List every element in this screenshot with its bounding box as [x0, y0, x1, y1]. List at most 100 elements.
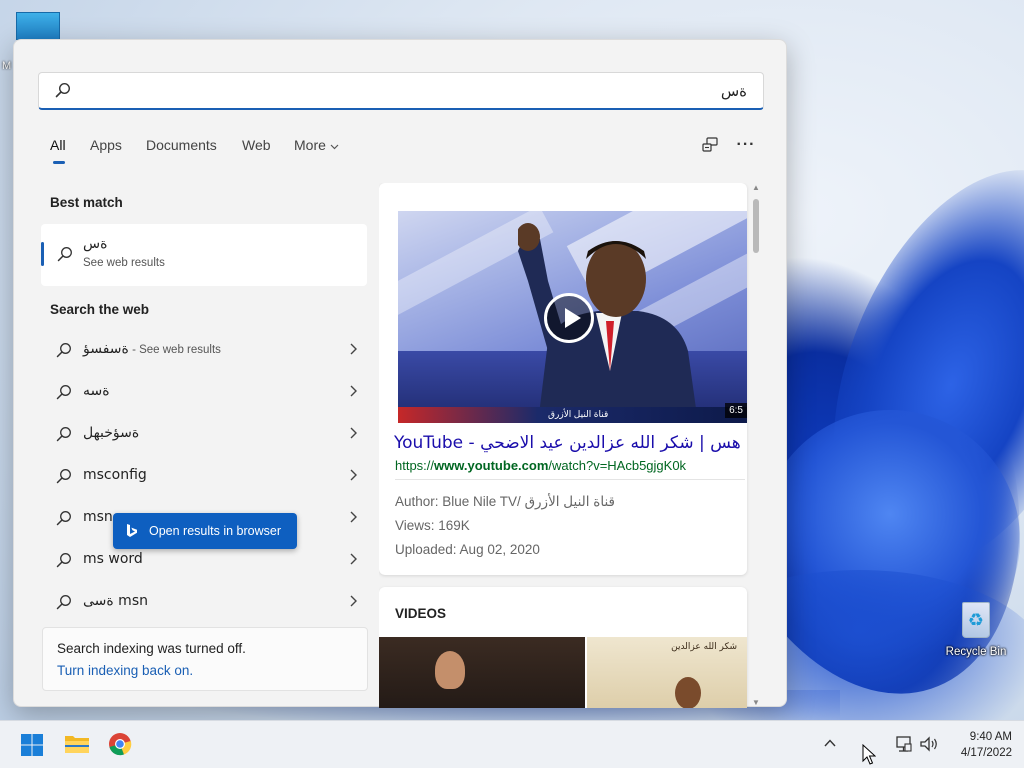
share-device-icon [702, 137, 718, 152]
search-icon [56, 553, 71, 568]
card-divider [395, 479, 745, 480]
video-thumbnail-2[interactable]: شكر الله عزالدين [587, 637, 747, 708]
web-suggestion-text: ةسؤخبهل [83, 425, 139, 441]
videos-card: VIDEOS شكر الله عزالدين [379, 587, 747, 708]
search-icon [57, 247, 72, 262]
tab-more-label: More [294, 137, 326, 153]
ticker-text: قناة النيل الأزرق [548, 409, 609, 419]
tab-active-indicator [53, 161, 65, 164]
preview-scrollbar[interactable]: ▲ ▼ [749, 183, 763, 708]
web-suggestion-query: ةسه [83, 383, 110, 399]
more-options-button[interactable]: ··· [734, 136, 758, 158]
chevron-right-icon[interactable] [346, 551, 360, 567]
video-2-caption: شكر الله عزالدين [671, 642, 737, 652]
volume-icon[interactable] [919, 735, 939, 753]
web-suggestion-text: ةسفسؤ - See web results [83, 341, 221, 357]
search-icon [56, 343, 71, 358]
desktop-icon-top-label: M [2, 60, 12, 72]
video-duration: 6:5 [725, 403, 747, 418]
web-suggestion-hint: - See web results [128, 344, 221, 356]
recycle-bin[interactable]: ♻ Recycle Bin [944, 596, 1008, 658]
search-icon [56, 595, 71, 610]
url-domain: www.youtube.com [434, 458, 549, 473]
search-icon [56, 469, 71, 484]
best-match-result[interactable]: ةس See web results [41, 224, 367, 286]
scroll-thumb[interactable] [753, 199, 759, 253]
selection-indicator [41, 242, 44, 266]
search-icon [56, 511, 71, 526]
search-input[interactable] [87, 78, 747, 104]
tab-all[interactable]: All [50, 137, 66, 164]
network-icon[interactable] [894, 735, 914, 753]
chevron-right-icon[interactable] [346, 467, 360, 483]
video-uploaded: Uploaded: Aug 02, 2020 [395, 542, 540, 557]
web-suggestion-item[interactable]: ةسى msn [50, 584, 360, 620]
video-author: Author: Blue Nile TV/ قناة النيل الأزرق [395, 494, 615, 509]
chevron-right-icon[interactable] [346, 383, 360, 399]
search-window: All Apps Documents Web More ··· Best mat… [13, 39, 787, 708]
desktop-icon-top[interactable] [16, 12, 60, 40]
clock-date: 4/17/2022 [960, 747, 1012, 759]
web-suggestion-item[interactable]: ةسه [50, 374, 360, 410]
web-suggestion-item[interactable]: ةسفسؤ - See web results [50, 332, 360, 368]
web-suggestion-item[interactable]: msconfig [50, 458, 360, 494]
chevron-right-icon[interactable] [346, 593, 360, 609]
web-suggestion-query: ms word [83, 551, 143, 567]
scroll-down-icon[interactable]: ▼ [751, 698, 761, 708]
chevron-right-icon[interactable] [346, 425, 360, 441]
tab-apps[interactable]: Apps [90, 137, 122, 153]
web-suggestion-query: ةسى msn [83, 593, 148, 609]
chevron-right-icon[interactable] [346, 509, 360, 525]
share-device-button[interactable] [698, 136, 722, 158]
url-prefix: https:// [395, 458, 435, 473]
tab-web-label: Web [242, 137, 271, 153]
video-title-link[interactable]: YouTube - هس | شكر الله عزالدين عيد الاض… [394, 433, 741, 453]
tab-all-label: All [50, 137, 66, 153]
web-suggestion-text: msn [83, 509, 113, 525]
clock-time: 9:40 AM [969, 731, 1012, 743]
tab-documents-label: Documents [146, 137, 217, 153]
indexing-notice: Search indexing was turned off. Turn ind… [42, 627, 368, 691]
chevron-right-icon[interactable] [346, 341, 360, 357]
tab-web[interactable]: Web [242, 137, 271, 153]
web-suggestion-text: ةسى msn [83, 593, 148, 609]
preview-pane: قناة النيل الأزرق 6:5 YouTube - هس | شكر… [379, 183, 764, 708]
tab-documents[interactable]: Documents [146, 137, 217, 153]
recycle-bin-label: Recycle Bin [945, 646, 1007, 658]
windows-start-icon[interactable] [20, 733, 44, 757]
play-icon[interactable] [544, 293, 594, 343]
chevron-up-icon[interactable] [823, 737, 837, 749]
chrome-icon[interactable] [108, 732, 132, 756]
web-suggestion-text: ةسه [83, 383, 110, 399]
indexing-message: Search indexing was turned off. [57, 641, 246, 656]
system-clock[interactable]: 9:40 AM 4/17/2022 [946, 729, 1012, 761]
video-result-card: قناة النيل الأزرق 6:5 YouTube - هس | شكر… [379, 183, 747, 575]
video-thumbnail-1[interactable] [379, 637, 585, 708]
video-thumbnail[interactable]: قناة النيل الأزرق 6:5 [398, 211, 747, 423]
url-path: /watch?v=HAcb5gjgK0k [548, 458, 687, 473]
open-results-in-browser-button[interactable]: Open results in browser [113, 513, 297, 549]
web-suggestion-text: msconfig [83, 467, 147, 483]
search-icon [55, 82, 71, 98]
bing-icon [127, 524, 137, 537]
videos-heading: VIDEOS [395, 606, 447, 621]
turn-indexing-on-link[interactable]: Turn indexing back on. [57, 663, 193, 678]
best-match-subtitle: See web results [83, 257, 165, 269]
open-results-label: Open results in browser [149, 524, 282, 538]
web-suggestion-item[interactable]: ةسؤخبهل [50, 416, 360, 452]
web-suggestion-text: ms word [83, 551, 143, 567]
web-suggestion-query: ةسؤخبهل [83, 425, 140, 441]
best-match-query: ةس [83, 236, 108, 252]
search-box[interactable] [38, 72, 764, 110]
scroll-up-icon[interactable]: ▲ [751, 183, 761, 193]
web-suggestion-query: ةسفسؤ [83, 341, 129, 357]
search-web-heading: Search the web [50, 302, 150, 317]
video-views: Views: 169K [395, 518, 470, 533]
search-icon [56, 385, 71, 400]
file-explorer-icon[interactable] [64, 733, 90, 755]
chevron-down-icon [330, 144, 339, 150]
video-url[interactable]: https://www.youtube.com/watch?v=HAcb5gjg… [395, 458, 686, 473]
ellipsis-icon: ··· [736, 136, 756, 153]
best-match-heading: Best match [50, 195, 123, 210]
tab-more[interactable]: More [294, 137, 339, 153]
